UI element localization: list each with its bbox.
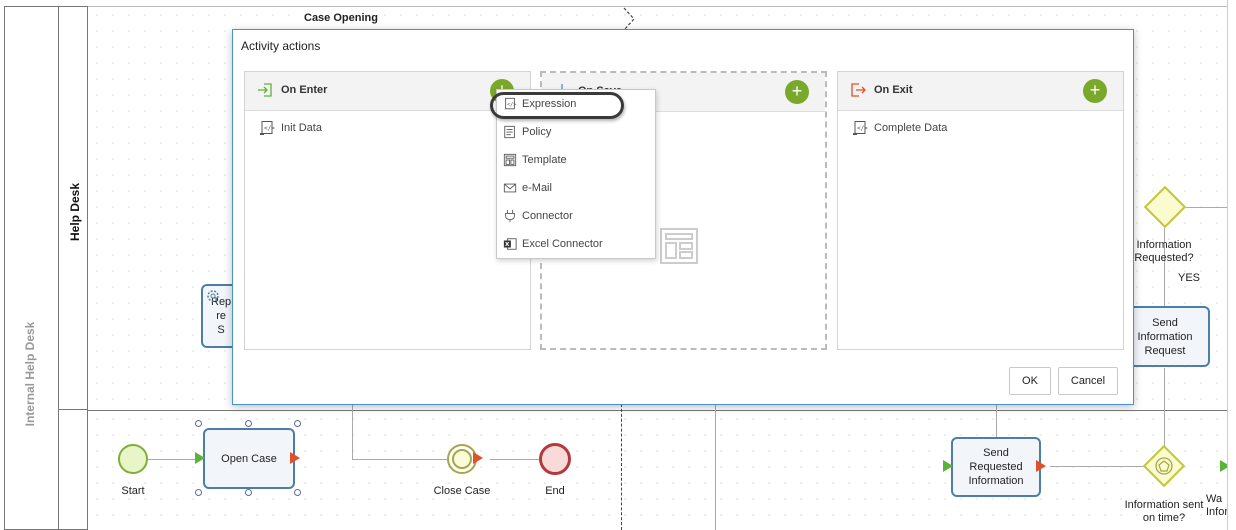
menu-item-policy[interactable]: Policy bbox=[503, 121, 551, 143]
menu-item-connector[interactable]: Connector bbox=[503, 205, 573, 227]
flow-line bbox=[715, 404, 716, 530]
menu-item-label: e-Mail bbox=[522, 182, 552, 194]
on-exit-header: On Exit + bbox=[838, 72, 1123, 111]
action-item-label: Init Data bbox=[281, 122, 322, 134]
menu-item-excel-connector[interactable]: X Excel Connector bbox=[503, 233, 603, 255]
canvas-right-edge bbox=[1227, 0, 1236, 530]
lane-top-border bbox=[88, 6, 1236, 7]
lane-divider bbox=[88, 410, 1236, 411]
email-icon bbox=[503, 183, 517, 193]
exit-arrow-icon bbox=[1036, 460, 1046, 472]
exit-arrow-icon bbox=[290, 452, 300, 464]
svg-text:X: X bbox=[505, 242, 510, 248]
flow-line bbox=[1164, 368, 1165, 448]
enter-icon bbox=[258, 83, 272, 97]
end-event[interactable] bbox=[539, 443, 571, 475]
highlight-ring bbox=[490, 92, 624, 119]
selection-handle[interactable] bbox=[245, 489, 252, 496]
connector-icon bbox=[505, 209, 515, 223]
send-requested-information-label: Send Requested Information bbox=[968, 447, 1024, 487]
menu-item-template[interactable]: Template bbox=[503, 149, 567, 171]
enter-arrow-icon bbox=[943, 460, 953, 472]
start-label: Start bbox=[121, 485, 145, 497]
process-canvas[interactable]: Internal Help Desk Help Desk Case Openin… bbox=[0, 0, 1236, 530]
end-label: End bbox=[545, 485, 565, 497]
selection-handle[interactable] bbox=[195, 489, 202, 496]
expression-icon: </> bbox=[853, 121, 868, 135]
template-icon bbox=[503, 153, 517, 167]
exit-arrow-icon bbox=[473, 452, 483, 464]
information-sent-on-time-label: Information sent on time? bbox=[1124, 499, 1204, 524]
empty-placeholder-icon bbox=[660, 228, 698, 264]
action-item-label: Complete Data bbox=[874, 122, 948, 134]
menu-item-label: Template bbox=[522, 154, 567, 166]
menu-item-label: Connector bbox=[522, 210, 573, 222]
on-enter-panel[interactable]: On Enter + </> Init Data bbox=[244, 71, 531, 350]
flow-line bbox=[996, 404, 997, 438]
policy-icon bbox=[504, 125, 515, 139]
flow-line bbox=[352, 404, 353, 459]
expression-icon: </> bbox=[260, 121, 275, 135]
start-event[interactable] bbox=[118, 444, 148, 474]
pentagon-event-icon bbox=[1155, 457, 1173, 475]
flow-line bbox=[352, 459, 452, 460]
flow-line bbox=[1186, 207, 1232, 208]
on-exit-title: On Exit bbox=[874, 84, 913, 96]
gear-icon bbox=[207, 290, 219, 302]
action-item[interactable]: </> Complete Data bbox=[852, 120, 947, 136]
selection-handle[interactable] bbox=[195, 420, 202, 427]
excel-connector-icon: X bbox=[503, 238, 517, 250]
on-exit-panel[interactable]: On Exit + </> Complete Data bbox=[837, 71, 1124, 350]
close-case-event-inner bbox=[452, 449, 472, 469]
phase-separator bbox=[621, 404, 622, 530]
lane-label: Help Desk bbox=[68, 182, 82, 242]
on-enter-header: On Enter + bbox=[245, 72, 530, 111]
cancel-button[interactable]: Cancel bbox=[1058, 367, 1118, 395]
on-enter-title: On Enter bbox=[281, 84, 328, 96]
information-requested-label: Information Requested? bbox=[1134, 239, 1194, 264]
enter-arrow-icon bbox=[195, 452, 205, 464]
send-requested-information-task[interactable]: Send Requested Information bbox=[951, 437, 1041, 497]
selection-handle[interactable] bbox=[294, 489, 301, 496]
open-case-task[interactable]: Open Case bbox=[203, 428, 295, 489]
on-save-add-button[interactable]: + bbox=[785, 80, 809, 104]
yes-label: YES bbox=[1177, 272, 1200, 284]
close-case-label: Close Case bbox=[433, 485, 491, 497]
flow-line bbox=[146, 459, 200, 460]
exit-icon bbox=[851, 83, 866, 97]
flow-line bbox=[1050, 466, 1146, 467]
lane-header-help-desk[interactable]: Help Desk bbox=[58, 6, 88, 410]
pool-label: Internal Help Desk bbox=[23, 321, 37, 427]
svg-text:</>: </> bbox=[857, 125, 868, 132]
svg-text:</>: </> bbox=[264, 125, 275, 132]
selection-handle[interactable] bbox=[245, 420, 252, 427]
pool-header[interactable]: Internal Help Desk bbox=[4, 6, 58, 530]
flow-line bbox=[490, 459, 540, 460]
dialog-title: Activity actions bbox=[241, 39, 321, 53]
open-case-label: Open Case bbox=[221, 452, 277, 465]
selection-handle[interactable] bbox=[294, 420, 301, 427]
menu-item-email[interactable]: e-Mail bbox=[503, 177, 552, 199]
menu-item-label: Excel Connector bbox=[522, 238, 603, 250]
action-item[interactable]: </> Init Data bbox=[259, 120, 322, 136]
send-information-request-label: Send Information Request bbox=[1137, 316, 1193, 357]
lane-header-lower[interactable] bbox=[58, 410, 88, 530]
activity-actions-dialog[interactable]: Activity actions On Enter + </> Init Dat… bbox=[232, 29, 1134, 405]
on-exit-add-button[interactable]: + bbox=[1083, 79, 1107, 103]
menu-item-label: Policy bbox=[522, 126, 552, 138]
ok-button[interactable]: OK bbox=[1009, 367, 1051, 395]
phase-title: Case Opening bbox=[304, 12, 378, 24]
